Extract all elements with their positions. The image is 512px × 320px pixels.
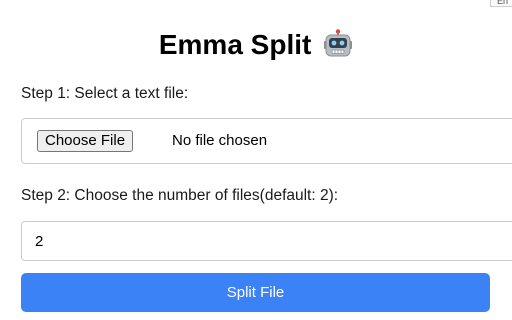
corner-tab-label: En — [497, 0, 509, 6]
step1-label: Step 1: Select a text file: — [21, 85, 189, 102]
file-count-input[interactable] — [21, 221, 512, 261]
choose-file-button[interactable]: Choose File — [37, 130, 134, 152]
page-title: Emma Split — [0, 28, 512, 65]
page-title-text: Emma Split — [158, 29, 312, 60]
step2-label: Step 2: Choose the number of files(defau… — [21, 187, 339, 204]
file-input[interactable]: Choose File No file chosen — [21, 118, 512, 164]
robot-face-icon — [323, 29, 353, 65]
page: En Emma Split Step 1: Select a text file… — [0, 0, 512, 320]
file-status-text: No file chosen — [172, 132, 268, 149]
split-file-button[interactable]: Split File — [21, 273, 490, 312]
corner-tab[interactable]: En — [490, 0, 512, 7]
